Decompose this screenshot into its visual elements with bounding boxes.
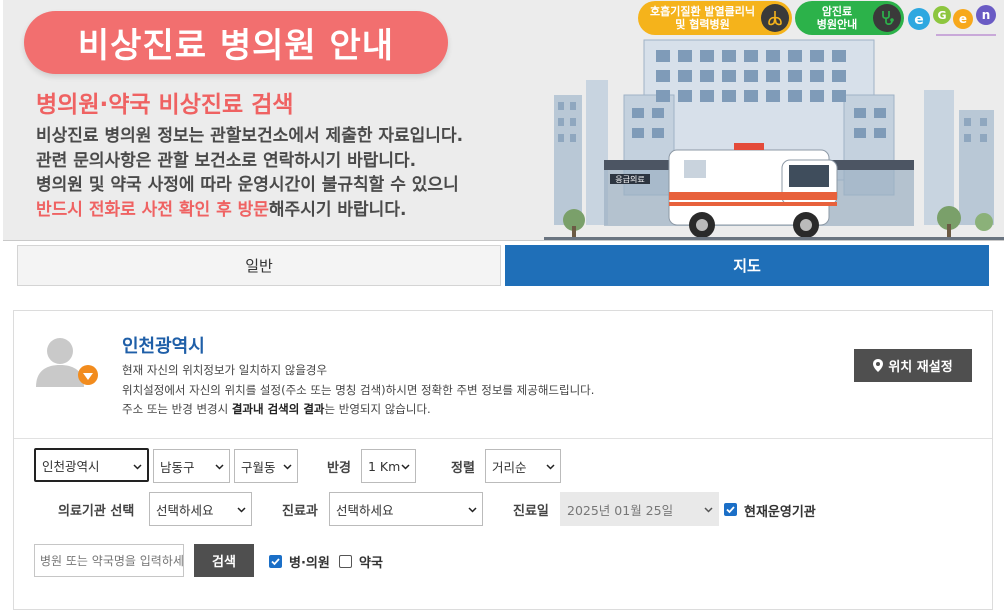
hero-banner: 비상진료 병의원 안내 병의원·약국 비상진료 검색 비상진료 병의원 정보는 … bbox=[3, 0, 1004, 241]
desc-line: 현재 자신의 위치정보가 일치하지 않을경우 bbox=[122, 363, 328, 377]
notice-line: 반드시 전화로 사전 확인 후 방문해주시기 바랍니다. bbox=[36, 198, 463, 223]
clinic-label[interactable]: 병·의원 bbox=[289, 552, 330, 571]
notice-highlight: 반드시 전화로 사전 확인 후 방문 bbox=[36, 199, 269, 220]
badge-text: 호흡기질환 발열클리닉 bbox=[649, 5, 756, 18]
map-pin-icon bbox=[873, 359, 884, 372]
chevron-down-icon bbox=[704, 507, 713, 513]
desc-text: 주소 또는 반경 변경시 bbox=[122, 402, 232, 416]
sort-label: 정렬 bbox=[451, 461, 475, 476]
svg-text:응급의료: 응급의료 bbox=[615, 174, 644, 184]
radius-label: 반경 bbox=[327, 461, 351, 476]
chevron-down-icon bbox=[401, 464, 410, 470]
current-city: 인천광역시 bbox=[122, 336, 205, 357]
location-info: 인천광역시 현재 자신의 위치정보가 일치하지 않을경우 위치설정에서 자신의 … bbox=[14, 311, 992, 439]
district-select-value: 남동구 bbox=[160, 459, 195, 475]
badge-text: 및 협력병원 bbox=[675, 18, 730, 31]
date-select[interactable]: 2025년 01월 25일 bbox=[560, 492, 719, 526]
district-select[interactable]: 남동구 bbox=[153, 449, 230, 483]
sort-select[interactable]: 거리순 bbox=[485, 449, 561, 483]
chevron-down-icon bbox=[283, 464, 292, 470]
search-input[interactable] bbox=[34, 544, 184, 577]
institution-select-value: 선택하세요 bbox=[156, 502, 214, 518]
user-avatar-icon bbox=[36, 338, 98, 387]
svg-text:G: G bbox=[937, 9, 946, 22]
svg-text:e: e bbox=[959, 12, 967, 26]
dong-select[interactable]: 구월동 bbox=[234, 449, 298, 483]
badge-text: 암진료 bbox=[821, 5, 853, 18]
desc-line: 주소 또는 반경 변경시 결과내 검색의 결과는 반영되지 않습니다. bbox=[122, 400, 594, 420]
check-icon bbox=[271, 558, 280, 566]
notice-line: 비상진료 병의원 정보는 관할보건소에서 제출한 자료입니다. bbox=[36, 126, 464, 146]
department-label: 진료과 bbox=[282, 504, 318, 519]
banner-title: 비상진료 병의원 안내 bbox=[24, 11, 448, 74]
respiratory-clinic-link[interactable]: 호흡기질환 발열클리닉 및 협력병원 bbox=[638, 1, 792, 35]
chevron-down-icon bbox=[237, 507, 246, 513]
check-icon bbox=[726, 506, 735, 514]
banner-subtitle: 병의원·약국 비상진료 검색 bbox=[36, 92, 294, 118]
pharmacy-label[interactable]: 약국 bbox=[359, 552, 383, 571]
banner-notice: 비상진료 병의원 정보는 관할보건소에서 제출한 자료입니다. 관련 문의사항은… bbox=[36, 124, 463, 222]
lungs-icon bbox=[761, 4, 789, 32]
notice-line: 관련 문의사항은 관할 보건소로 연락하시기 바랍니다. bbox=[36, 150, 417, 171]
badge-text: 병원안내 bbox=[816, 18, 858, 31]
radius-select-value: 1 Km bbox=[368, 458, 401, 474]
clinic-checkbox[interactable] bbox=[269, 555, 282, 568]
svg-text:n: n bbox=[982, 8, 991, 22]
svg-text:e: e bbox=[914, 12, 924, 28]
institution-label: 의료기관 선택 bbox=[58, 504, 135, 519]
open-now-label[interactable]: 현재운영기관 bbox=[744, 501, 816, 520]
egen-logo[interactable]: e G e n bbox=[906, 2, 1004, 42]
tab-map[interactable]: 지도 bbox=[505, 245, 989, 286]
cancer-hospital-link[interactable]: 암진료 병원안내 bbox=[795, 1, 904, 35]
chevron-down-icon bbox=[468, 507, 477, 513]
chevron-down-icon bbox=[133, 464, 142, 470]
chevron-down-icon bbox=[546, 464, 555, 470]
stethoscope-icon bbox=[873, 4, 901, 32]
location-description: 현재 자신의 위치정보가 일치하지 않을경우 위치설정에서 자신의 위치를 설정… bbox=[122, 361, 594, 420]
department-select-value: 선택하세요 bbox=[336, 502, 394, 518]
chevron-down-icon bbox=[215, 464, 224, 470]
pharmacy-checkbox[interactable] bbox=[339, 555, 352, 568]
location-reset-button[interactable]: 위치 재설정 bbox=[854, 349, 972, 382]
notice-rest: 해주시기 바랍니다. bbox=[268, 199, 407, 220]
date-label: 진료일 bbox=[513, 504, 549, 519]
city-select-value: 인천광역시 bbox=[42, 458, 100, 474]
dong-select-value: 구월동 bbox=[241, 459, 276, 475]
institution-select[interactable]: 선택하세요 bbox=[149, 492, 252, 526]
desc-bold: 결과내 검색의 결과 bbox=[231, 402, 325, 416]
search-button[interactable]: 검색 bbox=[194, 544, 254, 577]
open-now-checkbox[interactable] bbox=[724, 503, 737, 516]
tab-general[interactable]: 일반 bbox=[17, 245, 501, 286]
department-select[interactable]: 선택하세요 bbox=[329, 492, 483, 526]
desc-text: 는 반영되지 않습니다. bbox=[324, 402, 431, 416]
date-select-value: 2025년 01월 25일 bbox=[567, 502, 674, 518]
reset-button-label: 위치 재설정 bbox=[888, 360, 953, 375]
sort-select-value: 거리순 bbox=[492, 459, 527, 475]
desc-line: 위치설정에서 자신의 위치를 설정(주소 또는 명칭 검색)하시면 정확한 주변… bbox=[122, 382, 595, 397]
radius-select[interactable]: 1 Km bbox=[361, 449, 416, 483]
notice-line: 병의원 및 약국 사정에 따라 운영시간이 불규칙할 수 있으니 bbox=[36, 175, 459, 195]
city-select[interactable]: 인천광역시 bbox=[34, 448, 149, 482]
